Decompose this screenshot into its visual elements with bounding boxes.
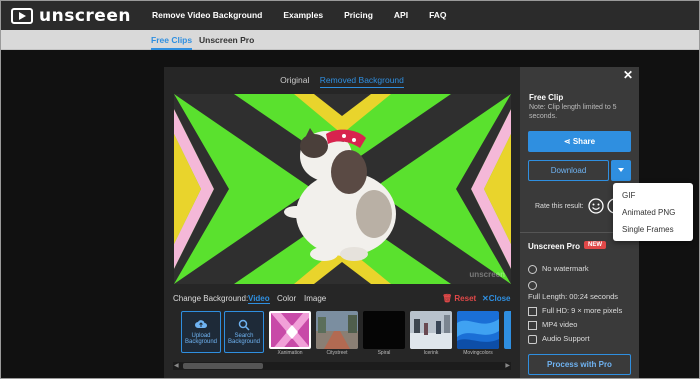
menu-item-gif[interactable]: GIF [613, 187, 693, 204]
video-preview[interactable]: unscreen [174, 94, 511, 284]
download-format-menu: GIF Animated PNG Single Frames [613, 183, 693, 241]
tab-removed-background[interactable]: Removed Background [319, 75, 404, 88]
panel-close-icon[interactable]: ✕ [623, 68, 633, 82]
thumb-caption-xanimation: Xanimation [277, 350, 303, 356]
xanimation-thumbnail [271, 313, 309, 347]
menu-item-animated-png[interactable]: Animated PNG [613, 204, 693, 221]
view-toggle: Original Removed Background [164, 75, 520, 88]
download-dropdown-toggle[interactable] [611, 160, 631, 181]
new-badge: NEW [584, 241, 606, 249]
share-label: Share [572, 137, 596, 146]
feature-no-watermark: No watermark [528, 264, 589, 274]
bg-option-color[interactable]: Color [277, 294, 296, 303]
thumb-caption-citystreet: Citystreet [326, 350, 348, 356]
thumbnail-scrollbar[interactable]: ◀ ▶ [173, 362, 511, 370]
change-background-label: Change Background: [173, 294, 249, 303]
citystreet-thumbnail [316, 311, 358, 349]
top-nav: unscreen Remove Video Background Example… [1, 1, 699, 30]
speaker-icon [528, 334, 537, 344]
nav-item-examples[interactable]: Examples [283, 10, 323, 20]
feature-label: MP4 video [542, 320, 578, 329]
feature-label: No watermark [542, 264, 589, 273]
share-button[interactable]: ⋖ Share [528, 131, 631, 152]
free-clip-title: Free Clip [529, 93, 564, 102]
search-background-button[interactable]: Search Background [224, 311, 264, 353]
tab-free-clips[interactable]: Free Clips [151, 35, 193, 50]
thumb-icerink[interactable] [410, 311, 452, 349]
icerink-thumbnail [410, 311, 452, 349]
clock-icon [528, 280, 537, 290]
upload-background-label: Upload Background [184, 333, 218, 345]
process-with-pro-button[interactable]: Process with Pro [528, 354, 631, 375]
film-icon [528, 320, 537, 330]
scroll-right-icon[interactable]: ▶ [505, 362, 510, 369]
tab-original[interactable]: Original [280, 75, 309, 85]
logo[interactable]: unscreen [11, 6, 131, 26]
play-logo-icon [11, 8, 33, 24]
reset-button[interactable]: 🗑 Reset [442, 294, 476, 303]
trash-icon: 🗑 [442, 294, 455, 303]
movingcolors-thumbnail [457, 311, 499, 349]
clip-length-note: Note: Clip length limited to 5 seconds. [529, 104, 617, 120]
search-icon [238, 319, 250, 331]
nav-item-api[interactable]: API [394, 10, 408, 20]
smiley-happy-icon[interactable] [588, 198, 604, 214]
thumb-caption-spiral: Spiral [377, 350, 391, 356]
feature-clock-icon-row [528, 280, 542, 290]
spiral-thumbnail [363, 311, 405, 349]
reset-label: Reset [454, 294, 477, 303]
thumb-caption-movingcolors: Movingcolors [463, 350, 493, 356]
thumb-caption-icerink: Icerink [423, 350, 439, 356]
nav-item-remove-bg[interactable]: Remove Video Background [152, 10, 262, 20]
cloud-upload-icon [195, 320, 207, 328]
app-window: unscreen Remove Video Background Example… [0, 0, 700, 379]
thumb-spiral[interactable] [363, 311, 405, 349]
sub-nav: Free Clips Unscreen Pro [1, 30, 699, 50]
feature-mp4: MP4 video [528, 320, 577, 330]
upload-background-button[interactable]: Upload Background [181, 311, 221, 353]
editor-panel: Original Removed Background unscreen Cha… [164, 67, 520, 378]
thumb-movingcolors[interactable] [457, 311, 499, 349]
feature-label: Full HD: 9 × more pixels [542, 306, 623, 315]
hd-icon [528, 306, 537, 316]
unscreen-pro-title: Unscreen Pro [528, 242, 581, 251]
thumb-next-partial[interactable] [504, 311, 511, 349]
search-background-label: Search Background [227, 333, 261, 345]
menu-item-single-frames[interactable]: Single Frames [613, 221, 693, 238]
scroll-left-icon[interactable]: ◀ [174, 362, 179, 369]
background-video-frame [174, 94, 511, 284]
thumb-citystreet[interactable] [316, 311, 358, 349]
share-icon: ⋖ [563, 137, 573, 146]
bg-option-image[interactable]: Image [304, 294, 326, 303]
close-background-button[interactable]: ✕Close [482, 294, 511, 303]
thumb-xanimation[interactable] [269, 311, 311, 349]
main-menu: Remove Video Background Examples Pricing… [152, 10, 468, 20]
nav-item-pricing[interactable]: Pricing [344, 10, 373, 20]
background-thumbnails: Upload Background Search Background Xani… [173, 311, 511, 357]
feature-full-length: Full Length: 00:24 seconds [528, 292, 619, 301]
watermark-icon [528, 264, 537, 274]
tab-unscreen-pro[interactable]: Unscreen Pro [199, 35, 254, 45]
nav-item-faq[interactable]: FAQ [429, 10, 446, 20]
brand-name: unscreen [39, 6, 131, 26]
download-button[interactable]: Download [528, 160, 609, 181]
close-icon: ✕ [482, 294, 489, 303]
feature-label: Audio Support [542, 334, 590, 343]
feature-full-hd: Full HD: 9 × more pixels [528, 306, 622, 316]
bg-option-video[interactable]: Video [248, 294, 270, 304]
feature-audio: Audio Support [528, 334, 590, 344]
watermark: unscreen [469, 270, 505, 279]
close-label: Close [488, 294, 511, 303]
scrollbar-thumb[interactable] [183, 363, 263, 369]
rate-result-label: Rate this result: [535, 203, 584, 210]
